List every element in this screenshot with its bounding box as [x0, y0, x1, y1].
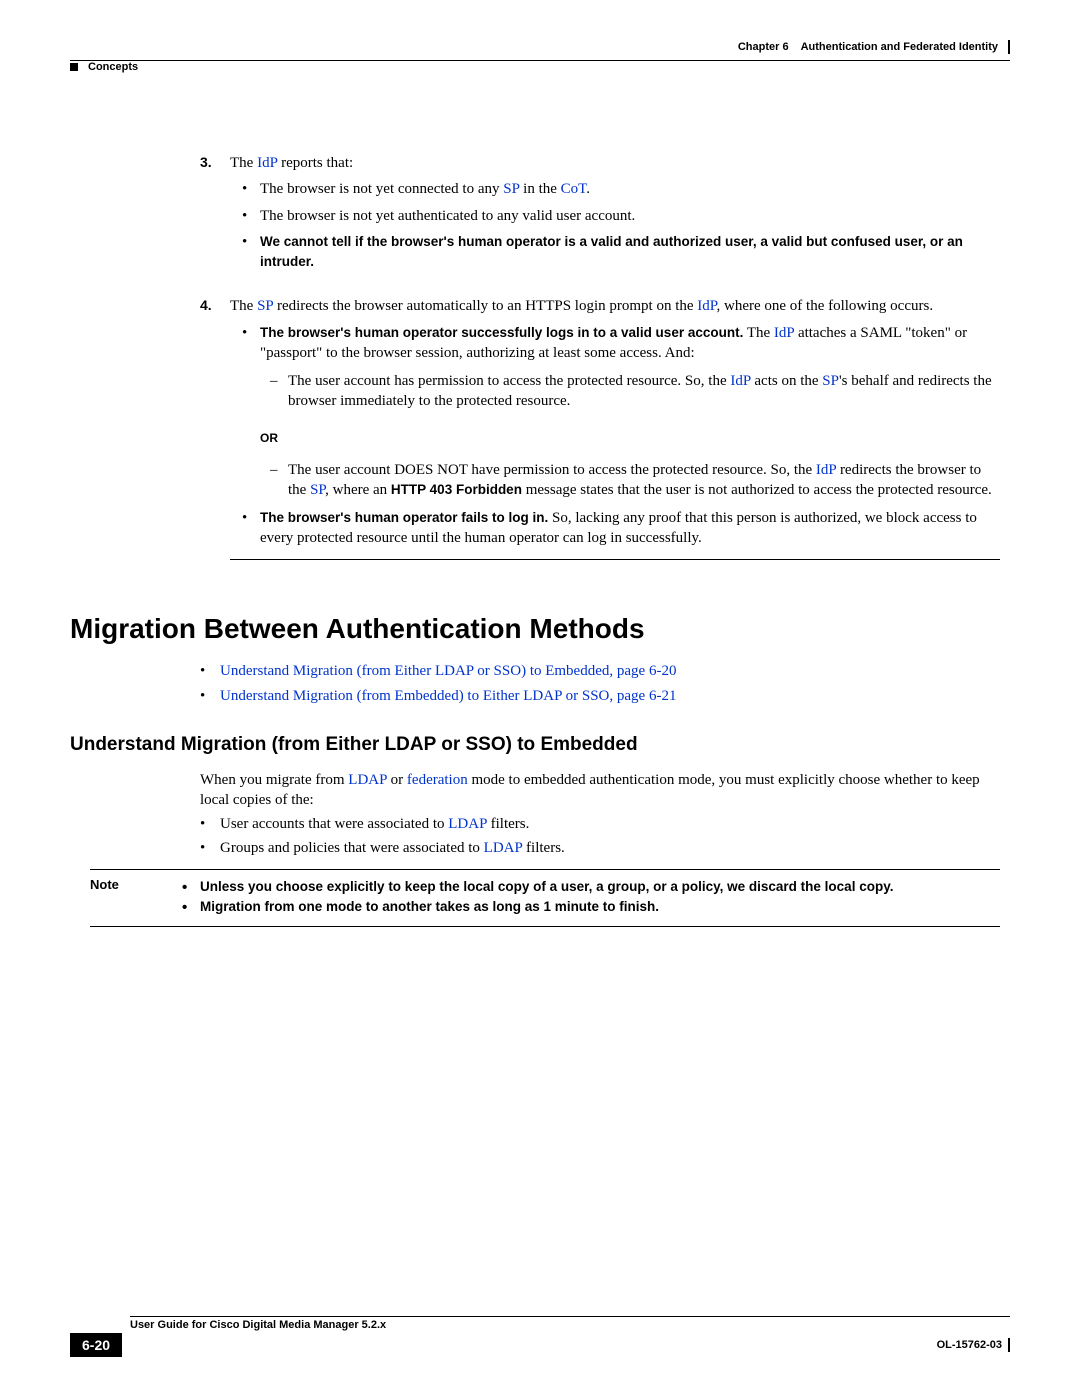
square-marker-icon — [70, 63, 78, 71]
page-footer: User Guide for Cisco Digital Media Manag… — [70, 1316, 1010, 1357]
step-3: 3. The IdP reports that: The browser is … — [200, 153, 1000, 278]
link-ldap[interactable]: LDAP — [484, 840, 523, 856]
subheading-understand: Understand Migration (from Either LDAP o… — [70, 732, 1000, 758]
text-bold: The browser's human operator fails to lo… — [260, 510, 548, 525]
link-idp[interactable]: IdP — [697, 298, 716, 314]
note-rule — [90, 926, 1000, 927]
footer-rule — [130, 1316, 1010, 1317]
link-cot[interactable]: CoT — [561, 181, 587, 197]
text: The — [743, 325, 774, 341]
text: The — [230, 155, 257, 171]
section-running: Concepts — [88, 61, 138, 73]
note-label: Note — [90, 876, 150, 918]
link-idp[interactable]: IdP — [774, 325, 794, 341]
text: User accounts that were associated to — [220, 816, 448, 832]
running-header: Chapter 6 Authentication and Federated I… — [70, 40, 1010, 54]
link-sp[interactable]: SP — [310, 482, 325, 498]
text: Groups and policies that were associated… — [220, 840, 484, 856]
header-bar — [1008, 40, 1010, 54]
text: or — [387, 772, 407, 788]
text: When you migrate from — [200, 772, 348, 788]
list-item: Understand Migration (from Either LDAP o… — [200, 661, 1000, 681]
bullet: The browser is not yet authenticated to … — [260, 206, 1000, 226]
text-bold: HTTP 403 Forbidden — [391, 482, 522, 497]
link-ldap[interactable]: LDAP — [448, 816, 487, 832]
text-bold: The browser's human operator successfull… — [260, 325, 743, 340]
main-content: 3. The IdP reports that: The browser is … — [200, 153, 1000, 927]
text: redirects the browser automatically to a… — [273, 298, 697, 314]
link-sp[interactable]: SP — [257, 298, 273, 314]
step-number: 4. — [200, 296, 230, 559]
guide-title: User Guide for Cisco Digital Media Manag… — [130, 1319, 386, 1331]
section-running-row: Concepts — [70, 61, 1010, 73]
text: filters. — [522, 840, 565, 856]
bullet: The browser is not yet connected to any … — [260, 179, 1000, 199]
footer-bar — [1008, 1338, 1010, 1352]
text: Migration from one mode to another takes… — [200, 899, 659, 914]
chapter-title: Authentication and Federated Identity — [801, 41, 998, 53]
text: The browser is not yet authenticated to … — [260, 208, 635, 224]
step-4: 4. The SP redirects the browser automati… — [200, 296, 1000, 559]
paragraph: When you migrate from LDAP or federation… — [200, 770, 1000, 811]
link-idp[interactable]: IdP — [257, 155, 277, 171]
text: The user account has permission to acces… — [288, 373, 730, 389]
link-federation[interactable]: federation — [407, 772, 468, 788]
heading-migration: Migration Between Authentication Methods — [70, 610, 1000, 648]
note-item: Unless you choose explicitly to keep the… — [200, 878, 1000, 896]
text: acts on the — [751, 373, 823, 389]
step-number: 3. — [200, 153, 230, 278]
text: . — [586, 181, 590, 197]
text: , where one of the following occurs. — [716, 298, 933, 314]
note-rule — [90, 869, 1000, 870]
doc-id: OL-15762-03 — [937, 1339, 1002, 1351]
text: in the — [519, 181, 560, 197]
page-number: 6-20 — [70, 1333, 122, 1357]
text: filters. — [487, 816, 530, 832]
text: , where an — [325, 482, 391, 498]
text: The — [230, 298, 257, 314]
or-separator: OR — [260, 430, 1000, 446]
dash-item: The user account DOES NOT have permissio… — [288, 460, 1000, 501]
bullet: We cannot tell if the browser's human op… — [260, 232, 1000, 273]
note-item: Migration from one mode to another takes… — [200, 898, 1000, 916]
link-ldap[interactable]: LDAP — [348, 772, 387, 788]
link-sp[interactable]: SP — [822, 373, 839, 389]
section-rule — [230, 559, 1000, 560]
link-migration-2[interactable]: Understand Migration (from Embedded) to … — [220, 688, 676, 704]
text: The browser is not yet connected to any — [260, 181, 503, 197]
note-block: Note Unless you choose explicitly to kee… — [90, 869, 1000, 927]
dash-item: The user account has permission to acces… — [288, 371, 1000, 412]
link-idp[interactable]: IdP — [730, 373, 750, 389]
link-idp[interactable]: IdP — [816, 462, 836, 478]
bullet: The browser's human operator successfull… — [260, 323, 1000, 501]
link-migration-1[interactable]: Understand Migration (from Either LDAP o… — [220, 663, 676, 679]
text: message states that the user is not auth… — [522, 482, 992, 498]
list-item: Groups and policies that were associated… — [200, 838, 1000, 858]
link-sp[interactable]: SP — [503, 181, 519, 197]
list-item: Understand Migration (from Embedded) to … — [200, 686, 1000, 706]
list-item: User accounts that were associated to LD… — [200, 814, 1000, 834]
chapter-label: Chapter 6 — [738, 41, 789, 53]
text: reports that: — [277, 155, 353, 171]
text: Unless you choose explicitly to keep the… — [200, 879, 893, 894]
text: The user account DOES NOT have permissio… — [288, 462, 816, 478]
bullet: The browser's human operator fails to lo… — [260, 508, 1000, 549]
document-page: Chapter 6 Authentication and Federated I… — [0, 0, 1080, 1397]
text-bold: We cannot tell if the browser's human op… — [260, 234, 963, 269]
